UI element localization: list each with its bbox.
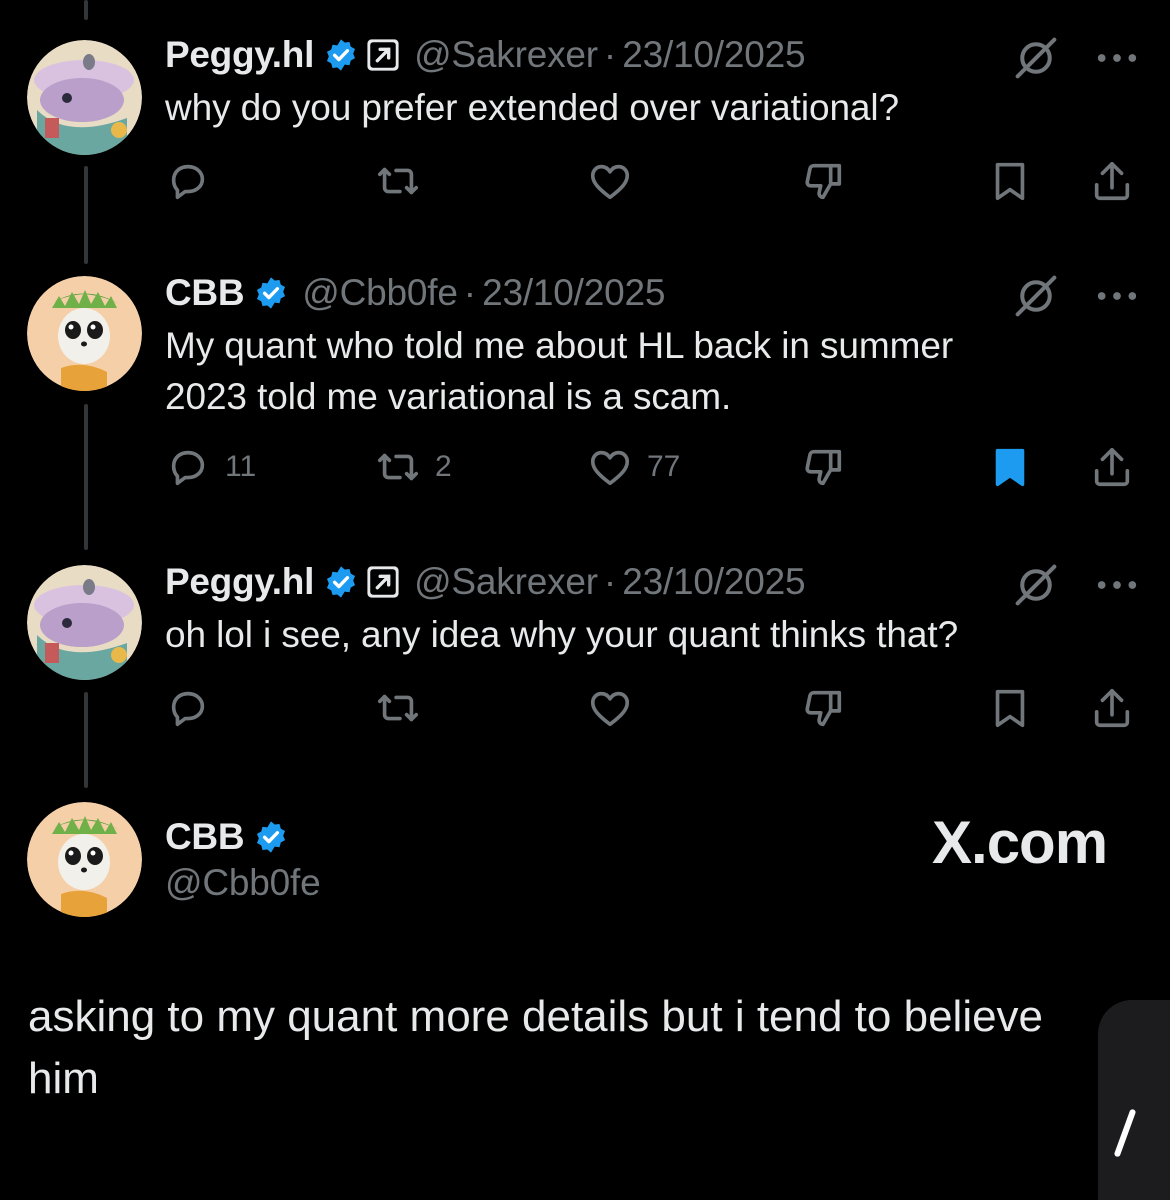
share-button[interactable] [1089, 156, 1135, 206]
action-bar [165, 683, 1145, 733]
reply-count: 11 [225, 450, 257, 483]
verified-badge-icon [257, 277, 286, 309]
separator: · [463, 272, 477, 313]
repost-count: 2 [435, 450, 452, 483]
tweet-text: My quant who told me about HL back in su… [165, 325, 954, 417]
timestamp[interactable]: 23/10/2025 [482, 272, 665, 314]
tweet-text: why do you prefer extended over variatio… [165, 87, 899, 128]
avatar[interactable] [27, 276, 142, 391]
display-name[interactable]: Peggy.hl [165, 561, 314, 603]
avatar[interactable] [27, 40, 142, 155]
reply-icon [171, 164, 205, 200]
floating-panel [1098, 1000, 1170, 1200]
watermark: X.com [932, 809, 1108, 876]
dislike-icon [805, 163, 842, 200]
affiliate-icon[interactable] [366, 38, 400, 72]
thread-line [84, 0, 88, 20]
handle[interactable]: @Sakrexer [414, 34, 598, 76]
repost-icon [377, 453, 419, 481]
thread-line [84, 692, 88, 788]
bookmark-icon [995, 689, 1025, 728]
bookmark-button[interactable] [987, 683, 1033, 733]
grok-icon[interactable] [1014, 563, 1058, 607]
like-count: 77 [647, 450, 681, 483]
repost-button[interactable] [375, 683, 435, 733]
reply-button[interactable] [165, 683, 225, 733]
share-button[interactable] [1089, 683, 1135, 733]
share-button[interactable] [1089, 442, 1135, 492]
affiliate-icon[interactable] [366, 565, 400, 599]
share-icon [1094, 447, 1130, 487]
like-icon [590, 691, 630, 727]
reply-icon [171, 691, 205, 727]
separator: · [603, 561, 617, 602]
reply-button[interactable] [165, 156, 225, 206]
thread-line [84, 404, 88, 550]
avatar[interactable] [27, 565, 142, 680]
tweet-text: oh lol i see, any idea why your quant th… [165, 614, 959, 655]
reply-button[interactable]: 11 [165, 442, 256, 492]
dislike-icon [805, 449, 842, 486]
display-name[interactable]: CBB [165, 272, 245, 314]
repost-icon [377, 694, 419, 722]
verified-badge-icon [327, 566, 356, 598]
repost-icon [377, 167, 419, 195]
more-icon[interactable] [1094, 565, 1140, 605]
dislike-button[interactable] [800, 156, 846, 206]
like-icon [590, 164, 630, 200]
timestamp[interactable]: 23/10/2025 [622, 561, 805, 603]
action-bar [165, 156, 1145, 206]
action-bar: 11 2 77 [165, 442, 1145, 492]
tweet-text: asking to my quant more details but i te… [28, 992, 1044, 1103]
bookmark-button[interactable] [987, 442, 1033, 492]
avatar[interactable] [27, 802, 142, 917]
handle[interactable]: @Sakrexer [414, 561, 598, 603]
share-icon [1094, 161, 1130, 201]
repost-button[interactable] [375, 156, 435, 206]
like-button[interactable] [587, 683, 647, 733]
timestamp[interactable]: 23/10/2025 [622, 34, 805, 76]
verified-badge-icon [257, 821, 286, 853]
separator: · [603, 34, 617, 75]
thread-line [84, 166, 88, 264]
bookmark-icon [995, 448, 1025, 487]
handle[interactable]: @Cbb0fe [302, 272, 458, 314]
bookmark-button[interactable] [987, 156, 1033, 206]
share-icon [1094, 688, 1130, 728]
more-icon[interactable] [1094, 38, 1140, 78]
dislike-button[interactable] [800, 683, 846, 733]
display-name[interactable]: Peggy.hl [165, 34, 314, 76]
reply-icon [171, 450, 205, 486]
dislike-icon [805, 690, 842, 727]
repost-button[interactable]: 2 [375, 442, 452, 492]
dislike-button[interactable] [800, 442, 846, 492]
display-name[interactable]: CBB [165, 816, 245, 858]
grok-icon[interactable] [1014, 274, 1058, 318]
like-button[interactable] [587, 156, 647, 206]
verified-badge-icon [327, 39, 356, 71]
grok-icon[interactable] [1014, 36, 1058, 80]
like-button[interactable]: 77 [587, 442, 680, 492]
like-icon [590, 450, 630, 486]
bookmark-icon [995, 162, 1025, 201]
more-icon[interactable] [1094, 276, 1140, 316]
